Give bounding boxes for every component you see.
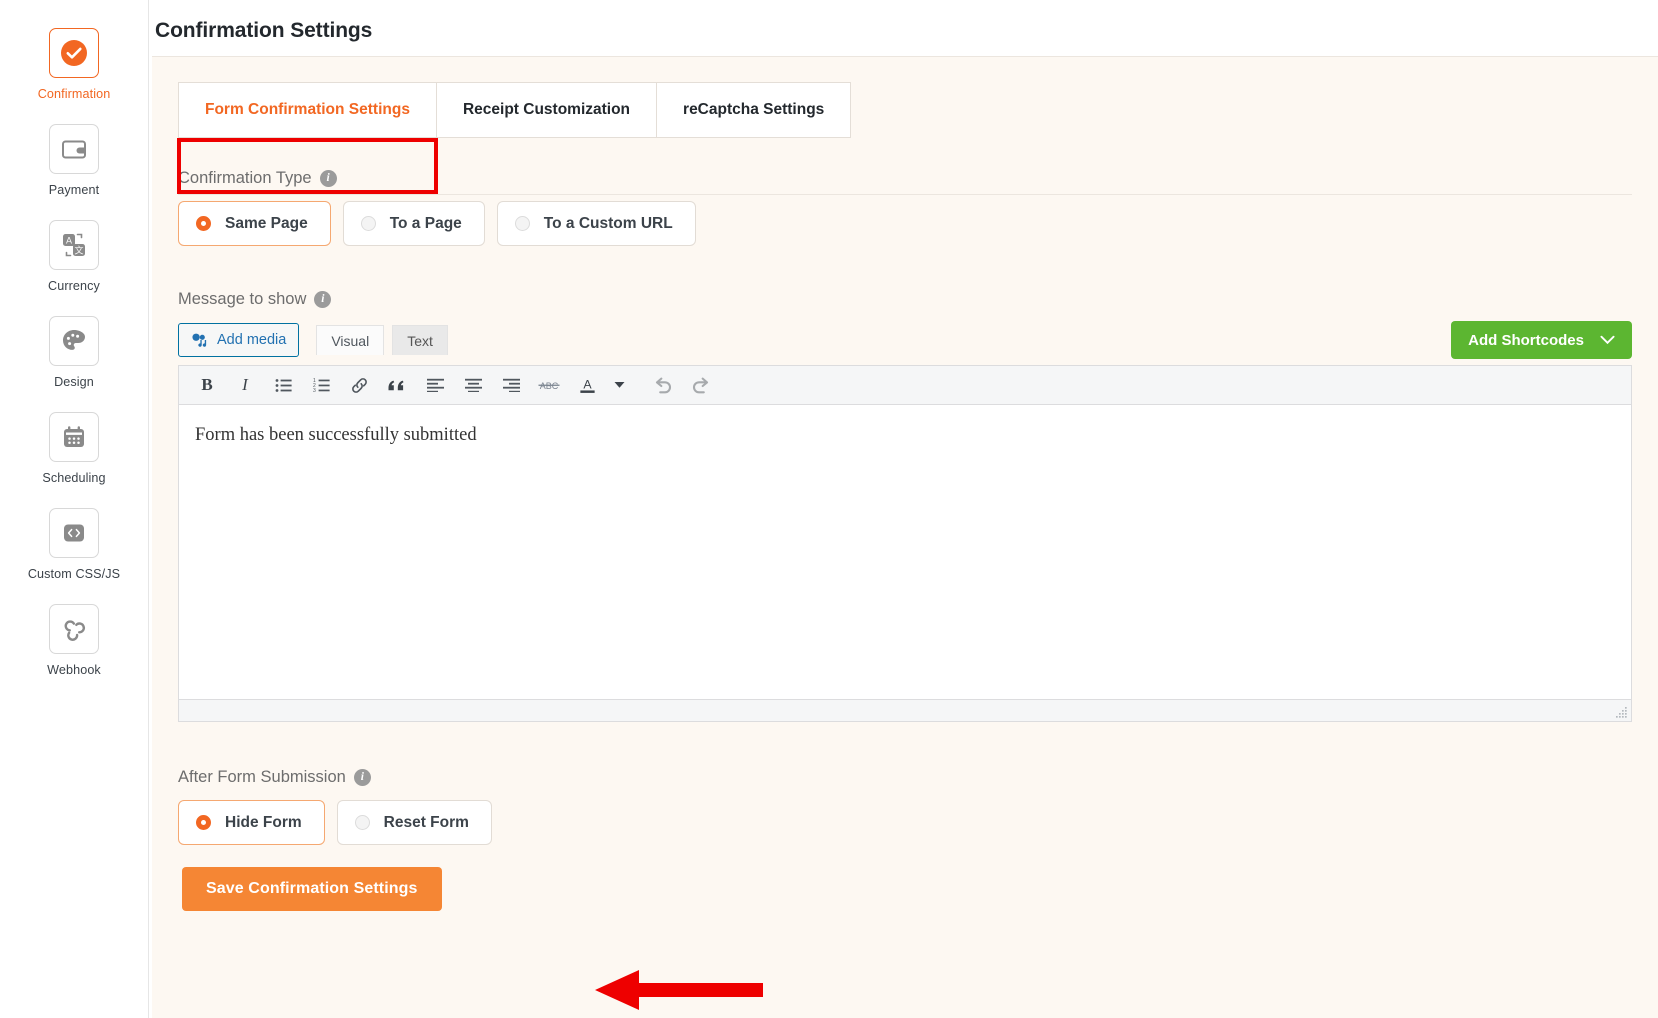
info-icon[interactable]: i [314, 291, 331, 308]
radio-option-reset-form[interactable]: Reset Form [337, 800, 492, 845]
message-to-show-label: Message to show i [178, 290, 1658, 309]
editor-toolbar: B I 1 [179, 366, 1631, 405]
info-icon[interactable]: i [354, 769, 371, 786]
link-icon[interactable] [340, 368, 378, 402]
sidebar-item-label: Design [54, 375, 94, 389]
radio-label: Hide Form [225, 814, 302, 832]
radio-indicator [196, 815, 211, 830]
redo-icon[interactable] [682, 368, 720, 402]
text-color-icon[interactable]: A [568, 368, 606, 402]
main-content: Confirmation Settings Form Confirmation … [149, 0, 1658, 1018]
webhook-icon [49, 604, 99, 654]
editor-header: Add media Visual Text Add Shortcodes [178, 322, 1632, 358]
sidebar-item-confirmation[interactable]: Confirmation [0, 28, 148, 101]
svg-text:A: A [66, 235, 72, 245]
sidebar-item-label: Confirmation [38, 87, 111, 101]
rich-text-editor: B I 1 [178, 365, 1632, 722]
sidebar-item-design[interactable]: Design [0, 316, 148, 389]
radio-indicator [515, 216, 530, 231]
radio-indicator [355, 815, 370, 830]
editor-paragraph: Form has been successfully submitted [195, 425, 1615, 446]
radio-label: Same Page [225, 215, 308, 233]
settings-panel: Form Confirmation Settings Receipt Custo… [152, 56, 1658, 1018]
chevron-down-icon [1600, 335, 1615, 345]
add-shortcodes-label: Add Shortcodes [1468, 332, 1584, 349]
radio-option-to-a-custom-url[interactable]: To a Custom URL [497, 201, 696, 246]
editor-content-area[interactable]: Form has been successfully submitted [179, 405, 1631, 699]
radio-label: To a Custom URL [544, 215, 673, 233]
check-circle-icon [49, 28, 99, 78]
tab-bar: Form Confirmation Settings Receipt Custo… [178, 82, 1658, 138]
translate-icon: A 文 [49, 220, 99, 270]
radio-option-same-page[interactable]: Same Page [178, 201, 331, 246]
media-icon [191, 332, 208, 349]
after-form-submission-label-text: After Form Submission [178, 768, 346, 787]
tab-form-confirmation-settings[interactable]: Form Confirmation Settings [178, 82, 437, 138]
bulleted-list-icon[interactable] [264, 368, 302, 402]
editor-statusbar [179, 699, 1631, 721]
bold-icon[interactable]: B [188, 368, 226, 402]
svg-text:A: A [583, 377, 592, 391]
radio-indicator [361, 216, 376, 231]
add-shortcodes-button[interactable]: Add Shortcodes [1451, 321, 1632, 359]
after-form-submission-options: Hide Form Reset Form [178, 800, 1658, 845]
code-icon [49, 508, 99, 558]
page-title: Confirmation Settings [152, 0, 1658, 43]
confirmation-type-label-text: Confirmation Type [178, 169, 312, 188]
sidebar-item-label: Scheduling [42, 471, 105, 485]
annotation-arrow [595, 967, 765, 1013]
tab-underline [178, 194, 1632, 195]
sidebar-item-payment[interactable]: Payment [0, 124, 148, 197]
sidebar-item-label: Custom CSS/JS [28, 567, 120, 581]
confirmation-type-label: Confirmation Type i [178, 169, 1658, 188]
radio-label: To a Page [390, 215, 462, 233]
tab-recaptcha-settings[interactable]: reCaptcha Settings [657, 82, 851, 138]
sidebar-item-scheduling[interactable]: Scheduling [0, 412, 148, 485]
radio-indicator [196, 216, 211, 231]
radio-option-hide-form[interactable]: Hide Form [178, 800, 325, 845]
italic-icon[interactable]: I [226, 368, 264, 402]
palette-icon [49, 316, 99, 366]
svg-text:ABC: ABC [540, 381, 559, 391]
blockquote-icon[interactable] [378, 368, 416, 402]
sidebar-item-label: Currency [48, 279, 100, 293]
sidebar-item-label: Payment [49, 183, 99, 197]
svg-text:文: 文 [74, 244, 83, 255]
tab-text[interactable]: Text [392, 325, 448, 355]
sidebar-item-webhook[interactable]: Webhook [0, 604, 148, 677]
info-icon[interactable]: i [320, 170, 337, 187]
radio-option-to-a-page[interactable]: To a Page [343, 201, 485, 246]
svg-text:3: 3 [313, 388, 316, 393]
strikethrough-icon[interactable]: ABC [530, 368, 568, 402]
sidebar-item-currency[interactable]: A 文 Currency [0, 220, 148, 293]
add-media-button[interactable]: Add media [178, 323, 299, 357]
sidebar-item-custom-css-js[interactable]: Custom CSS/JS [0, 508, 148, 581]
sidebar: Confirmation Payment A 文 Currency [0, 0, 149, 1018]
calendar-icon [49, 412, 99, 462]
confirmation-type-options: Same Page To a Page To a Custom URL [178, 201, 1658, 246]
align-right-icon[interactable] [492, 368, 530, 402]
align-left-icon[interactable] [416, 368, 454, 402]
tab-visual[interactable]: Visual [316, 325, 384, 355]
after-form-submission-label: After Form Submission i [178, 768, 1658, 787]
save-confirmation-settings-button[interactable]: Save Confirmation Settings [182, 867, 442, 911]
message-to-show-label-text: Message to show [178, 290, 306, 309]
add-media-label: Add media [217, 332, 286, 348]
numbered-list-icon[interactable]: 1 2 3 [302, 368, 340, 402]
undo-icon[interactable] [644, 368, 682, 402]
radio-label: Reset Form [384, 814, 469, 832]
resize-handle-icon[interactable] [1616, 707, 1628, 719]
color-dropdown-icon[interactable] [606, 368, 632, 402]
wallet-icon [49, 124, 99, 174]
sidebar-item-label: Webhook [47, 663, 101, 677]
align-center-icon[interactable] [454, 368, 492, 402]
tab-receipt-customization[interactable]: Receipt Customization [437, 82, 657, 138]
